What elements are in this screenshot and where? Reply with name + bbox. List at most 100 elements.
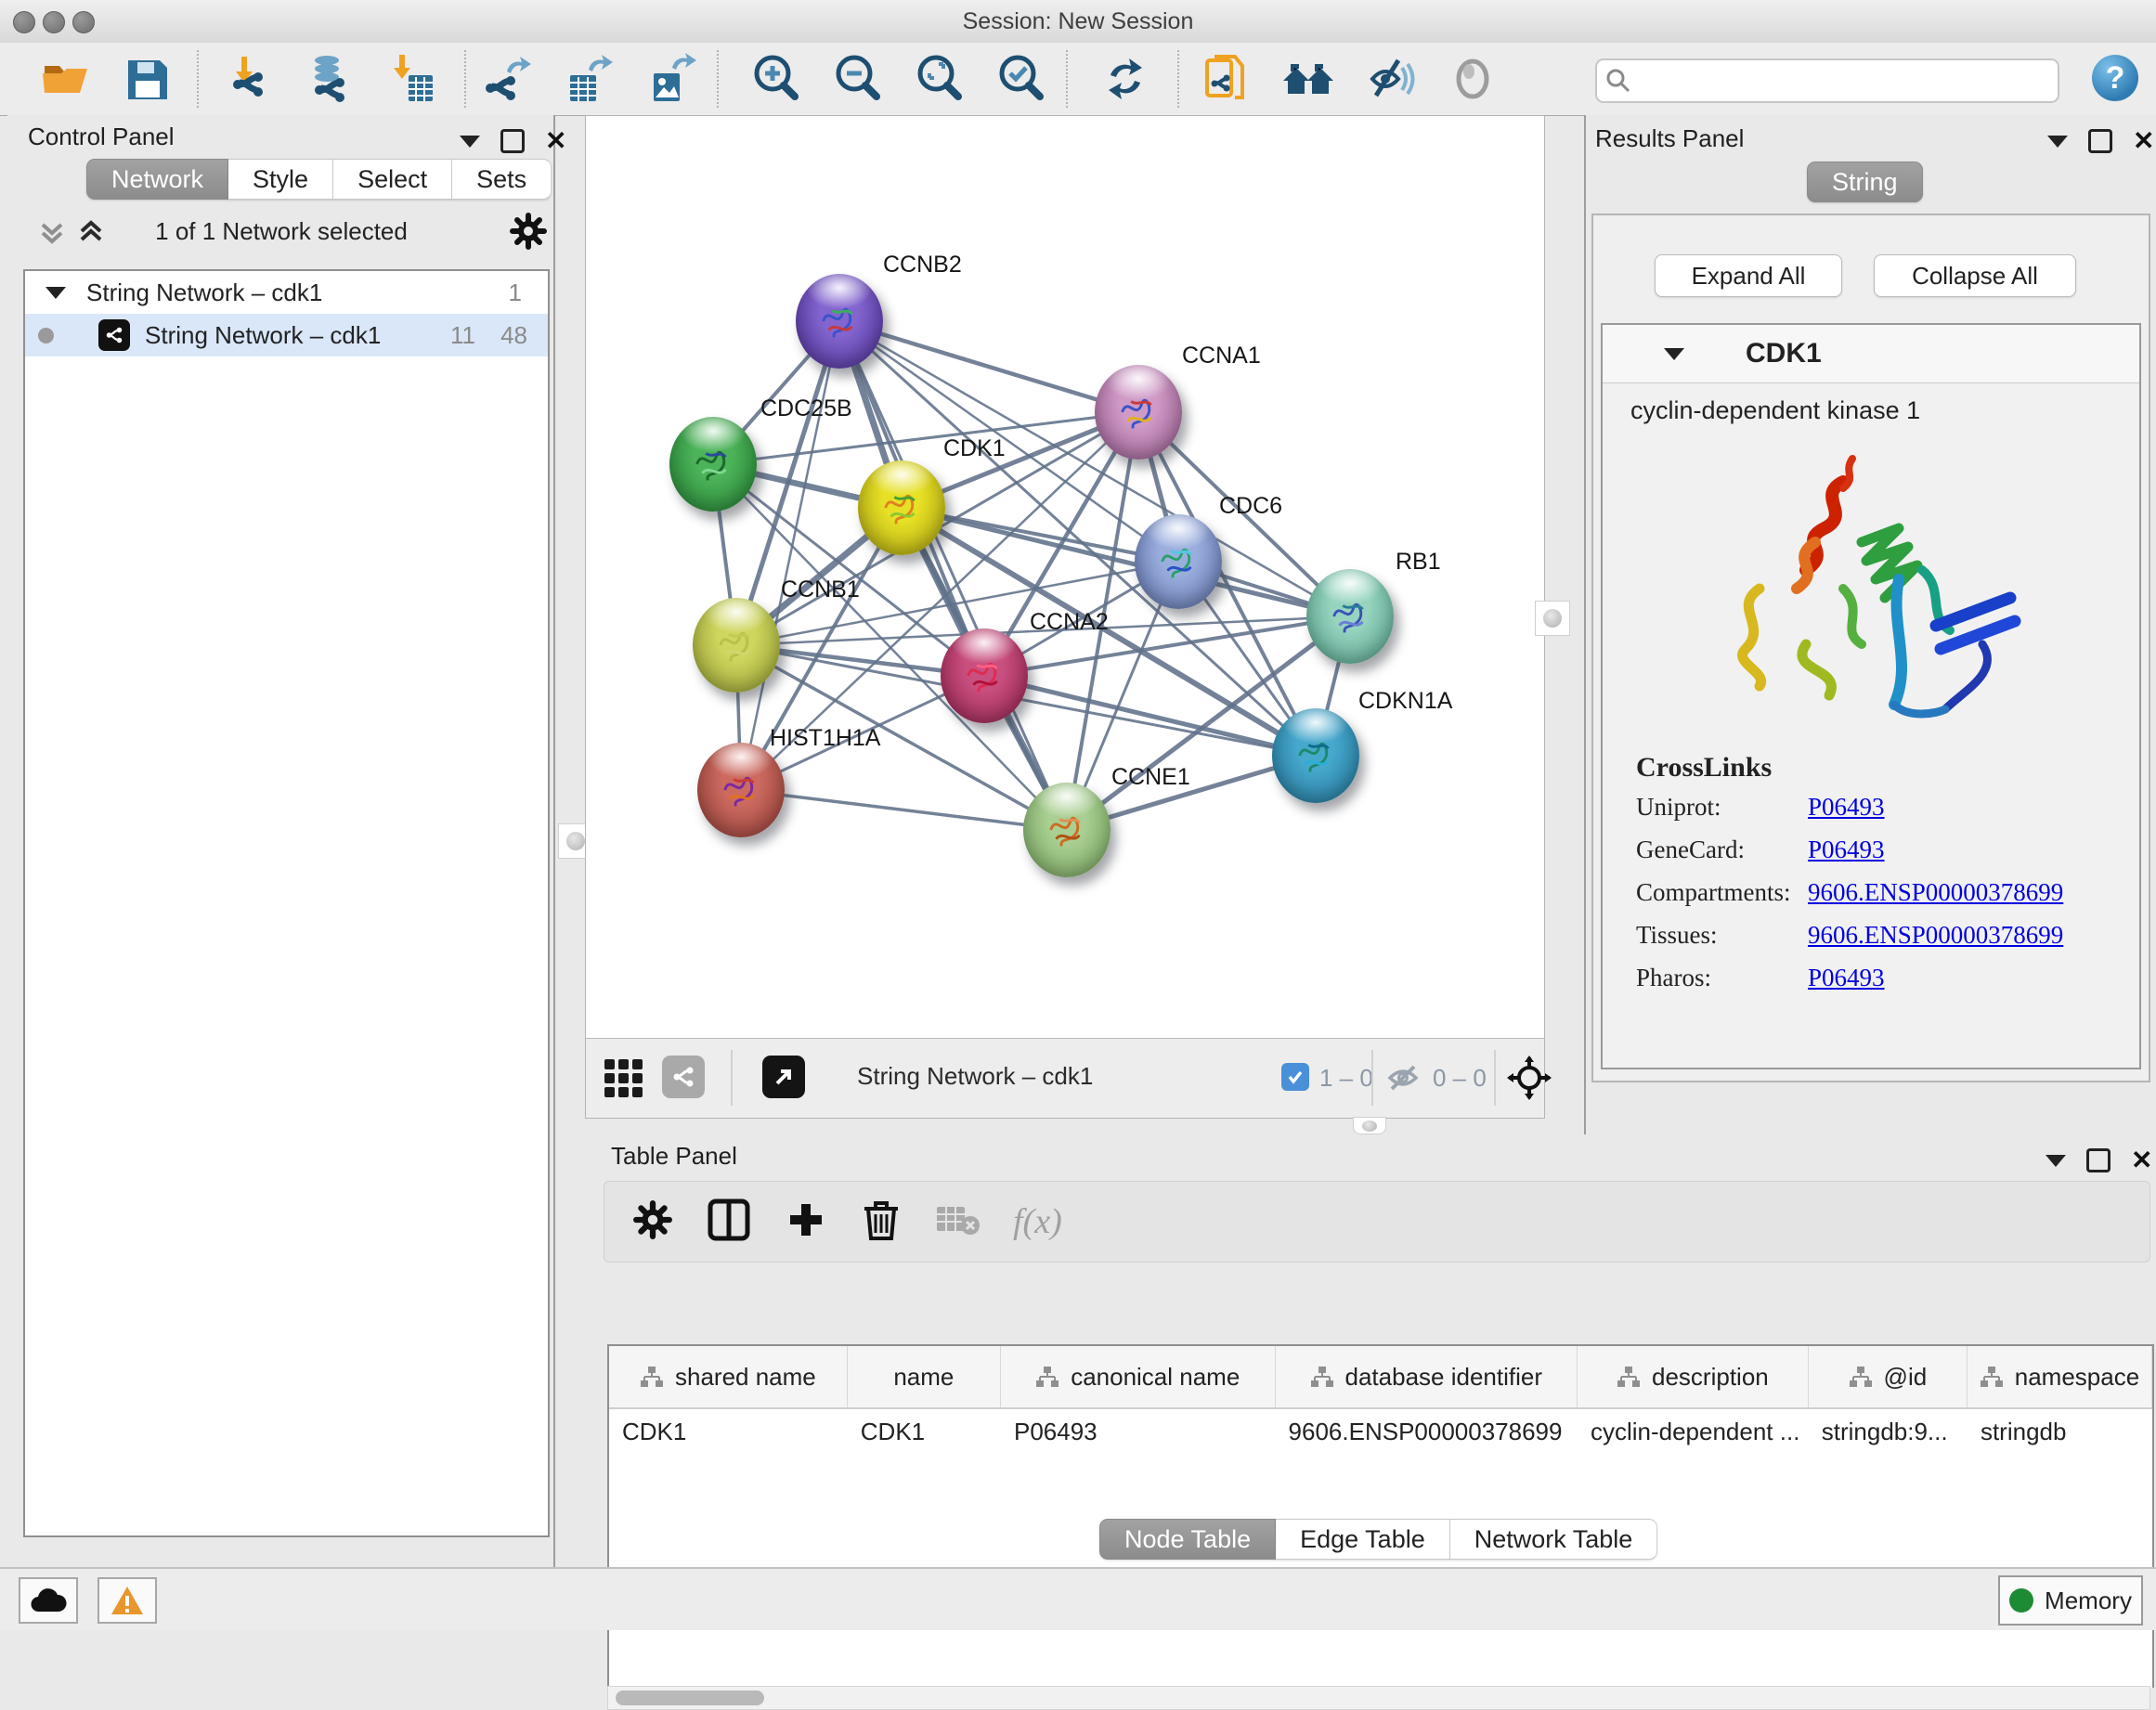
network-row-selected[interactable]: String Network – cdk1 11 48 [25,314,548,356]
selected-checkbox-icon[interactable] [1281,1063,1309,1091]
close-panel-icon[interactable]: ✕ [2133,132,2154,150]
cell-database-identifier[interactable]: 9606.ENSP00000378699 [1276,1418,1578,1446]
tab-style[interactable]: Style [228,159,333,200]
scrollbar-thumb[interactable] [616,1691,764,1705]
zoom-in-icon[interactable] [748,53,804,105]
import-network-from-database-icon[interactable] [301,53,357,105]
search-field[interactable] [1595,58,2059,103]
node-CDC25B[interactable] [669,417,757,512]
network-canvas[interactable]: CCNB2 CCNA1 CDC25B CDK1 CDC6 RB1 CCNB1 C… [585,115,1545,1040]
cell-canonical-name[interactable]: P06493 [1001,1418,1276,1446]
tab-sets[interactable]: Sets [452,159,552,200]
cell-name[interactable]: CDK1 [848,1418,1001,1446]
export-table-icon[interactable] [561,53,617,105]
node-CCNA2[interactable] [941,628,1028,723]
tab-network-table[interactable]: Network Table [1450,1519,1658,1560]
import-network-icon[interactable] [223,53,279,105]
edge-CCNB2-HIST1H1A[interactable] [741,321,839,790]
collapse-panel-icon[interactable] [460,136,480,148]
export-network-icon[interactable] [481,53,537,105]
zoom-out-icon[interactable] [830,53,886,105]
warning-status-button[interactable] [97,1577,157,1624]
float-panel-icon[interactable] [2088,129,2112,153]
column-header-shared-name[interactable]: shared name [609,1346,848,1407]
import-table-icon[interactable] [383,53,438,105]
detach-view-icon[interactable] [762,1056,805,1098]
cell-shared-name[interactable]: CDK1 [609,1418,848,1446]
node-CDK1[interactable] [858,460,945,555]
collapse-panel-icon[interactable] [2046,1155,2066,1167]
column-header-canonical-name[interactable]: canonical name [1001,1346,1276,1407]
show-columns-icon[interactable] [707,1198,751,1247]
node-CCNA1[interactable] [1095,365,1182,460]
right-splitter-handle[interactable] [1535,601,1570,636]
add-column-icon[interactable] [785,1198,827,1246]
float-panel-icon[interactable] [500,129,525,153]
crosslink-value-link[interactable]: P06493 [1808,793,1885,821]
column-header-database-identifier[interactable]: database identifier [1276,1346,1578,1407]
export-image-icon[interactable] [643,53,698,105]
crosslink-value-link[interactable]: P06493 [1808,836,1885,863]
node-CDC6[interactable] [1135,514,1222,609]
crosslink-value-link[interactable]: P06493 [1808,964,1885,991]
node-table[interactable]: shared namenamecanonical namedatabase id… [607,1344,2154,1688]
expand-all-networks-icon[interactable] [74,215,108,253]
table-row[interactable]: CDK1CDK1P064939606.ENSP00000378699cyclin… [609,1409,2152,1454]
eye-icon[interactable] [1445,53,1500,105]
refresh-icon[interactable] [1097,53,1153,105]
cell-namespace[interactable]: stringdb [1968,1418,2152,1446]
node-RB1[interactable] [1306,569,1394,664]
delete-column-icon[interactable] [861,1198,902,1247]
edge-CCNB2-CCNA1[interactable] [839,321,1138,412]
column-header-@id[interactable]: @id [1809,1346,1968,1407]
birds-eye-view-icon[interactable] [1507,1056,1552,1105]
collapse-all-networks-icon[interactable] [35,215,69,253]
edge-HIST1H1A-CCNE1[interactable] [741,790,1067,830]
open-folder-icon[interactable] [37,53,93,105]
cloud-status-button[interactable] [19,1577,78,1624]
collapse-panel-icon[interactable] [2047,136,2068,148]
crosslink-value-link[interactable]: 9606.ENSP00000378699 [1808,878,2063,906]
network-collection-row[interactable]: String Network – cdk1 1 [25,271,548,314]
tab-edge-table[interactable]: Edge Table [1276,1519,1450,1560]
gene-collapse-icon[interactable] [1664,348,1684,360]
horizontal-splitter-handle[interactable] [1353,1117,1386,1134]
close-panel-icon[interactable]: ✕ [2131,1151,2152,1170]
column-header-namespace[interactable]: namespace [1968,1346,2152,1407]
hide-unhide-icon[interactable] [1363,53,1419,105]
cell-@id[interactable]: stringdb:9... [1809,1418,1968,1446]
collapse-all-button[interactable]: Collapse All [1874,254,2076,297]
zoom-fit-icon[interactable] [912,53,968,105]
expand-all-button[interactable]: Expand All [1655,254,1842,297]
node-CCNE1[interactable] [1023,783,1110,877]
tab-string[interactable]: String [1807,162,1923,202]
zoom-selected-icon[interactable] [994,53,1049,105]
search-input[interactable] [1640,67,2050,95]
collection-expand-icon[interactable] [45,287,66,299]
memory-button[interactable]: Memory [1998,1575,2143,1626]
close-panel-icon[interactable]: ✕ [545,132,566,150]
cell-description[interactable]: cyclin-dependent ... [1578,1418,1809,1446]
string-view-icon[interactable] [662,1056,705,1098]
table-settings-gear-icon[interactable] [632,1199,673,1245]
edge-CCNB2-CCNE1[interactable] [839,321,1067,830]
open-in-string-icon[interactable] [1200,53,1255,105]
column-header-description[interactable]: description [1578,1346,1809,1407]
table-horizontal-scrollbar[interactable] [607,1686,2150,1710]
node-HIST1H1A[interactable] [697,743,785,837]
node-CCNB1[interactable] [693,598,780,693]
tab-network[interactable]: Network [86,159,228,200]
gene-header-row[interactable]: CDK1 [1603,325,2139,383]
node-CDKN1A[interactable] [1272,708,1359,803]
hidden-elements-icon[interactable] [1384,1059,1422,1101]
float-panel-icon[interactable] [2086,1148,2111,1172]
tab-node-table[interactable]: Node Table [1099,1519,1276,1560]
column-header-name[interactable]: name [848,1346,1001,1407]
help-icon[interactable]: ? [2092,55,2138,101]
homes-icon[interactable] [1281,53,1337,105]
crosslink-value-link[interactable]: 9606.ENSP00000378699 [1808,921,2063,949]
grid-view-icon[interactable] [603,1057,645,1105]
node-CCNB2[interactable] [796,274,883,369]
save-session-icon[interactable] [119,53,175,105]
tab-select[interactable]: Select [333,159,452,200]
